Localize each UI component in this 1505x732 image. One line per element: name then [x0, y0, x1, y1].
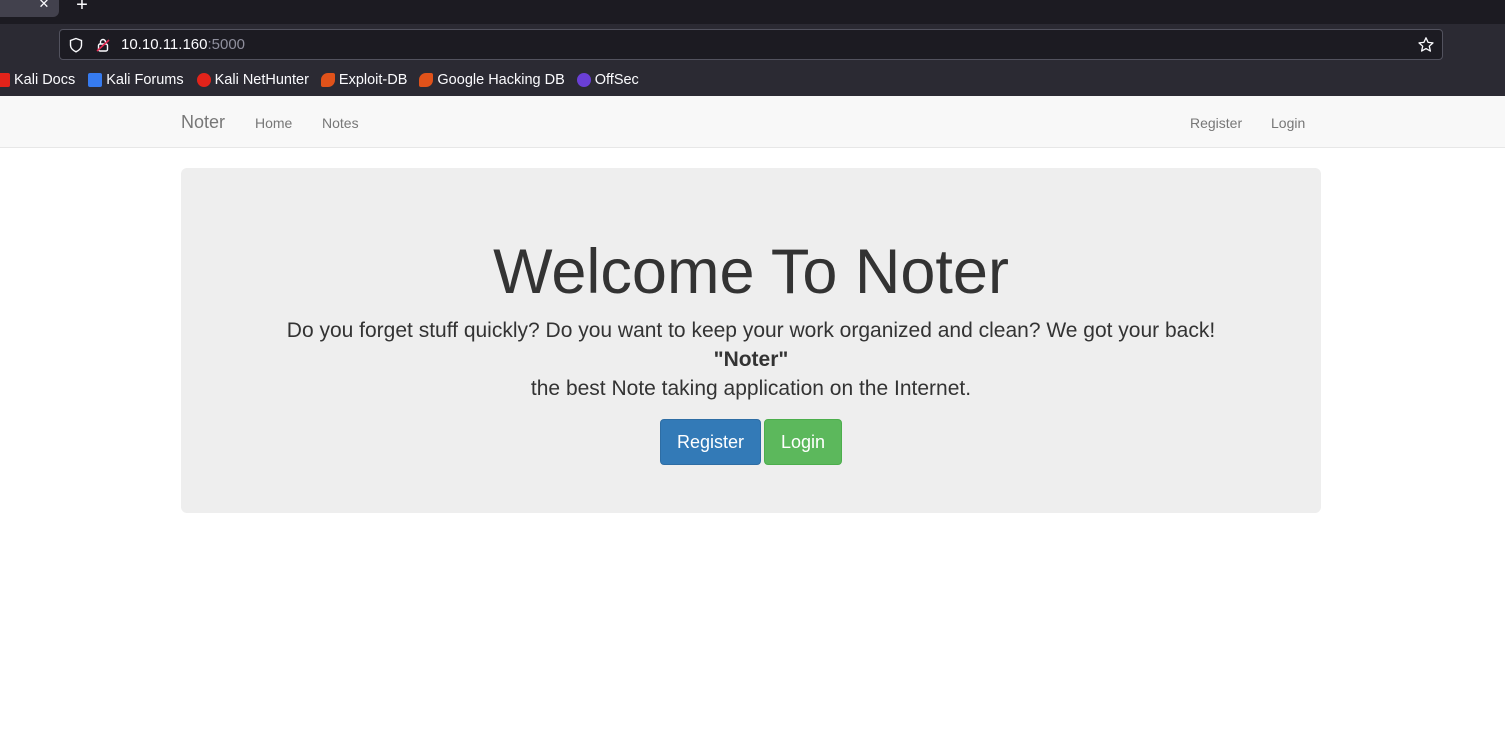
bookmark-label: OffSec [594, 72, 639, 88]
url-bar[interactable]: 10.10.11.160:5000 [59, 29, 1443, 60]
hero-line-1: Do you forget stuff quickly? Do you want… [286, 319, 1216, 342]
site-navbar: Noter Home Notes Register Login [0, 96, 1505, 148]
url-host: 10.10.11.160 [121, 36, 208, 53]
hero-app-name: "Noter" [713, 348, 789, 371]
exploit-db-icon [320, 73, 335, 87]
browser-tab[interactable]: ✕ [0, 0, 59, 17]
hero-description: Do you forget stuff quickly? Do you want… [181, 316, 1321, 403]
bookmark-kali-nethunter[interactable]: Kali NetHunter [196, 68, 309, 92]
new-tab-icon[interactable]: + [72, 0, 92, 15]
kali-forums-icon [88, 73, 103, 87]
brand-link[interactable]: Noter [181, 112, 225, 132]
kali-docs-icon [0, 73, 10, 87]
nav-register-link[interactable]: Register [1190, 115, 1242, 131]
bookmark-offsec[interactable]: OffSec [576, 68, 639, 92]
offsec-icon [576, 73, 591, 87]
bookmark-label: Kali Forums [106, 72, 184, 88]
insecure-lock-icon[interactable] [95, 37, 111, 53]
bookmarks-toolbar: Kali Docs Kali Forums Kali NetHunter Exp… [0, 68, 639, 92]
kali-nethunter-icon [196, 73, 211, 87]
ghdb-icon [419, 73, 434, 87]
url-text[interactable]: 10.10.11.160:5000 [121, 36, 245, 54]
bookmark-label: Kali Docs [14, 72, 76, 88]
bookmark-exploit-db[interactable]: Exploit-DB [320, 68, 408, 92]
nav-notes-link[interactable]: Notes [322, 115, 359, 131]
browser-toolbar: 10.10.11.160:5000 Kali Docs Kali Forums … [0, 24, 1505, 96]
bookmark-label: Exploit-DB [338, 72, 408, 88]
hero-jumbotron: Welcome To Noter Do you forget stuff qui… [181, 168, 1321, 513]
bookmark-google-hacking-db[interactable]: Google Hacking DB [419, 68, 565, 92]
bookmark-star-icon[interactable] [1417, 36, 1435, 54]
login-button[interactable]: Login [764, 419, 842, 465]
close-tab-icon[interactable]: ✕ [37, 0, 51, 11]
nav-home-link[interactable]: Home [255, 115, 292, 131]
url-port: :5000 [207, 36, 246, 53]
bookmark-label: Kali NetHunter [214, 72, 309, 88]
nav-login-link[interactable]: Login [1271, 115, 1305, 131]
bookmark-kali-forums[interactable]: Kali Forums [88, 68, 184, 92]
tab-strip: ✕ + [0, 0, 1505, 24]
hero-line-2: the best Note taking application on the … [530, 377, 972, 400]
hero-title: Welcome To Noter [493, 237, 1009, 307]
bookmark-kali-docs[interactable]: Kali Docs [0, 68, 75, 92]
bookmark-label: Google Hacking DB [437, 72, 565, 88]
register-button[interactable]: Register [660, 419, 761, 465]
page-viewport: Noter Home Notes Register Login Welcome … [0, 96, 1505, 732]
hero-actions: Register Login [181, 419, 1321, 465]
shield-icon[interactable] [68, 37, 84, 53]
